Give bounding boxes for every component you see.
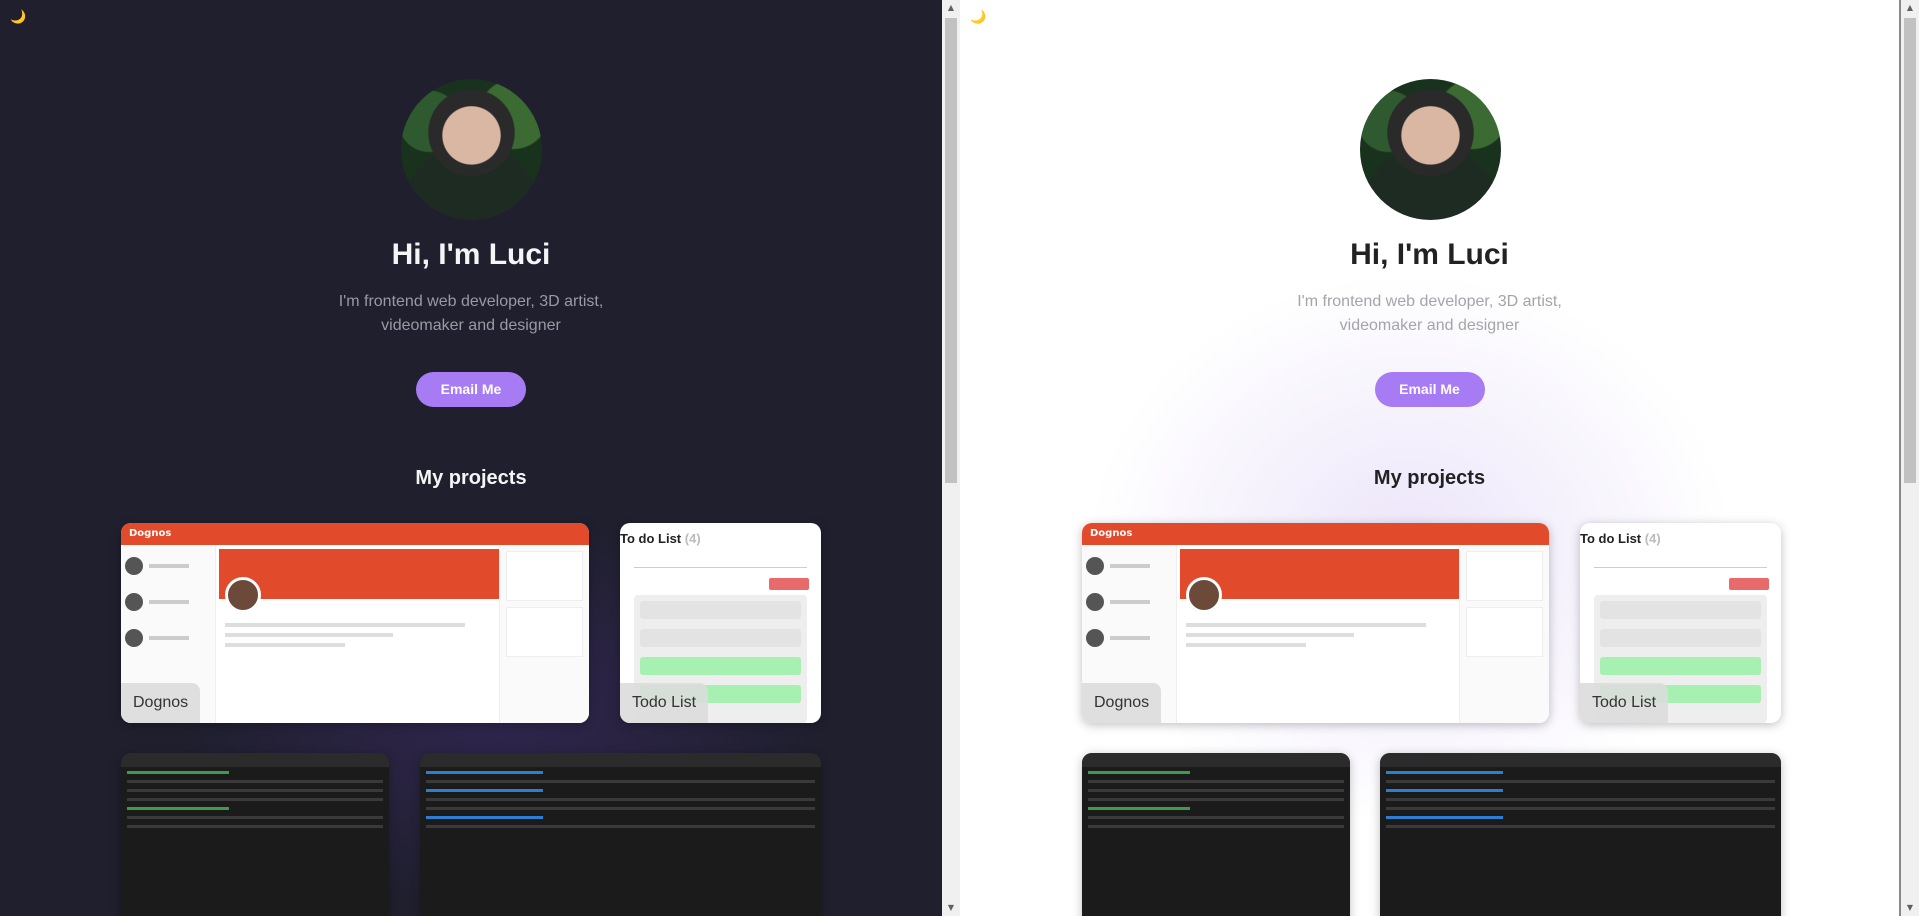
email-me-button[interactable]: Email Me — [1374, 372, 1485, 407]
project-label: Todo List — [1580, 683, 1669, 723]
dognos-feed — [225, 623, 465, 653]
project-label: Dognos — [121, 683, 201, 723]
project-card-todo-list[interactable]: To do List (4) Todo List — [1580, 523, 1781, 723]
todo-count: (4) — [1644, 531, 1661, 546]
avatar — [1359, 79, 1501, 220]
dark-theme-preview: 🌙 Hi, I'm Luci I'm frontend web develope… — [0, 0, 942, 916]
moon-icon[interactable]: 🌙 — [970, 10, 986, 25]
todo-clear-button — [1729, 578, 1769, 590]
dognos-favorites — [499, 545, 589, 723]
dognos-app-name: Dognos — [1082, 523, 1549, 545]
project-card-dognos[interactable]: Dognos Dognos — [1082, 523, 1549, 723]
scrollbar-thumb[interactable] — [1904, 18, 1916, 483]
tagline: I'm frontend web developer, 3D artist, v… — [338, 293, 604, 334]
page-title: Hi, I'm Luci — [391, 238, 551, 271]
dognos-feed — [1186, 623, 1426, 653]
project-label: Dognos — [1082, 683, 1162, 723]
avatar — [401, 79, 542, 220]
dognos-cover — [1180, 549, 1463, 599]
project-label: Todo List — [620, 683, 709, 723]
scrollbar-thumb[interactable] — [945, 18, 957, 483]
dognos-app-name: Dognos — [121, 523, 589, 545]
projects-heading: My projects — [415, 467, 527, 489]
dognos-cover — [219, 549, 502, 599]
scrollbar[interactable]: ▲ ▼ — [1901, 0, 1919, 916]
todo-new-item-input — [634, 554, 807, 568]
todo-title-text: To do List — [1580, 531, 1642, 546]
todo-clear-button — [769, 578, 809, 590]
todo-count: (4) — [684, 531, 701, 546]
todo-app-title: To do List (4) — [1580, 531, 1781, 546]
project-card-todo-list[interactable]: To do List (4) Todo List — [620, 523, 821, 723]
scroll-down-icon[interactable]: ▼ — [1901, 900, 1919, 916]
project-card-terminal-2[interactable] — [1380, 753, 1781, 916]
tagline: I'm frontend web developer, 3D artist, v… — [1297, 293, 1562, 334]
project-card-dognos[interactable]: Dognos Dognos — [121, 523, 589, 723]
scroll-down-icon[interactable]: ▼ — [942, 900, 960, 916]
todo-new-item-input — [1594, 554, 1767, 568]
light-theme-preview: 🌙 Hi, I'm Luci I'm frontend web develope… — [960, 0, 1899, 916]
project-card-terminal[interactable] — [121, 753, 389, 916]
scroll-up-icon[interactable]: ▲ — [942, 0, 960, 16]
page-title: Hi, I'm Luci — [1350, 238, 1509, 271]
project-card-terminal-2[interactable] — [420, 753, 821, 916]
scroll-up-icon[interactable]: ▲ — [1901, 0, 1919, 16]
todo-title-text: To do List — [620, 531, 682, 546]
email-me-button[interactable]: Email Me — [416, 372, 526, 407]
dognos-profile-pic — [1186, 577, 1222, 613]
dognos-profile-pic — [225, 577, 261, 613]
scrollbar[interactable]: ▲ ▼ — [942, 0, 960, 916]
projects-heading: My projects — [1373, 467, 1486, 489]
moon-icon[interactable]: 🌙 — [10, 10, 26, 25]
project-card-terminal[interactable] — [1082, 753, 1350, 916]
dognos-favorites — [1459, 545, 1549, 723]
todo-app-title: To do List (4) — [620, 531, 821, 546]
